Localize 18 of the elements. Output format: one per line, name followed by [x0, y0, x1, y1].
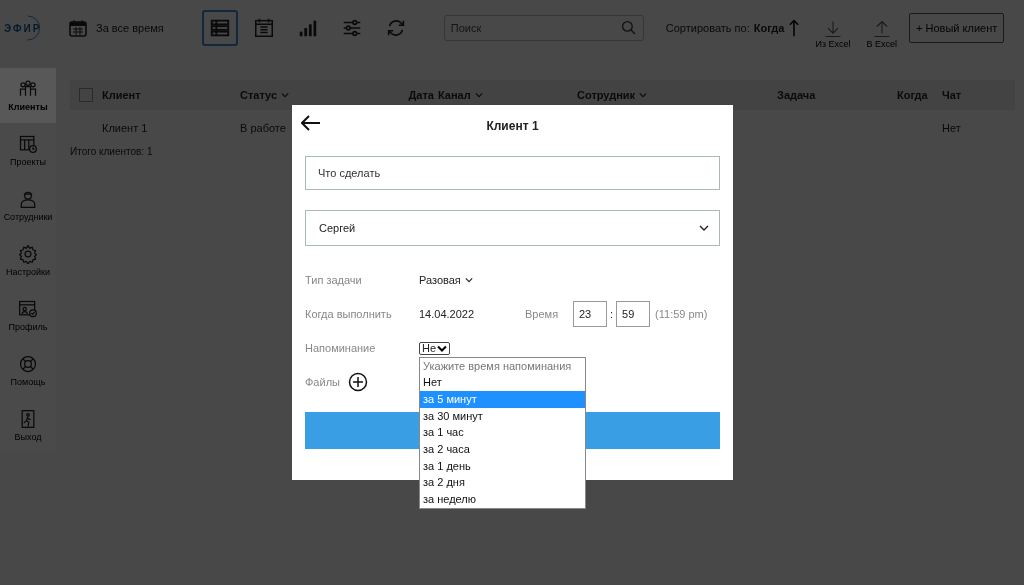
- column-header: Задача: [777, 89, 816, 101]
- time-separator: :: [610, 308, 614, 320]
- sort-label: Сортировать по:: [665, 22, 750, 34]
- table-cell: В работе: [240, 122, 286, 134]
- dialog-title: Клиент 1: [486, 119, 539, 133]
- field-label: Напоминание: [305, 342, 377, 354]
- column-header: Дата: [408, 89, 434, 101]
- field-label: Когда выполнить: [305, 308, 393, 320]
- column-header: Когда: [897, 89, 928, 101]
- field-label: Время: [525, 308, 560, 320]
- field-label: Файлы: [305, 376, 340, 388]
- time-hint: (11:59 pm): [655, 308, 708, 320]
- column-header: Клиент: [102, 89, 141, 101]
- table-cell: Нет: [942, 122, 961, 134]
- logo: ЭФИР: [4, 8, 48, 48]
- field-label: Тип задачи: [305, 274, 363, 286]
- table-cell: Клиент 1: [102, 122, 148, 134]
- column-header: Чат: [942, 89, 962, 101]
